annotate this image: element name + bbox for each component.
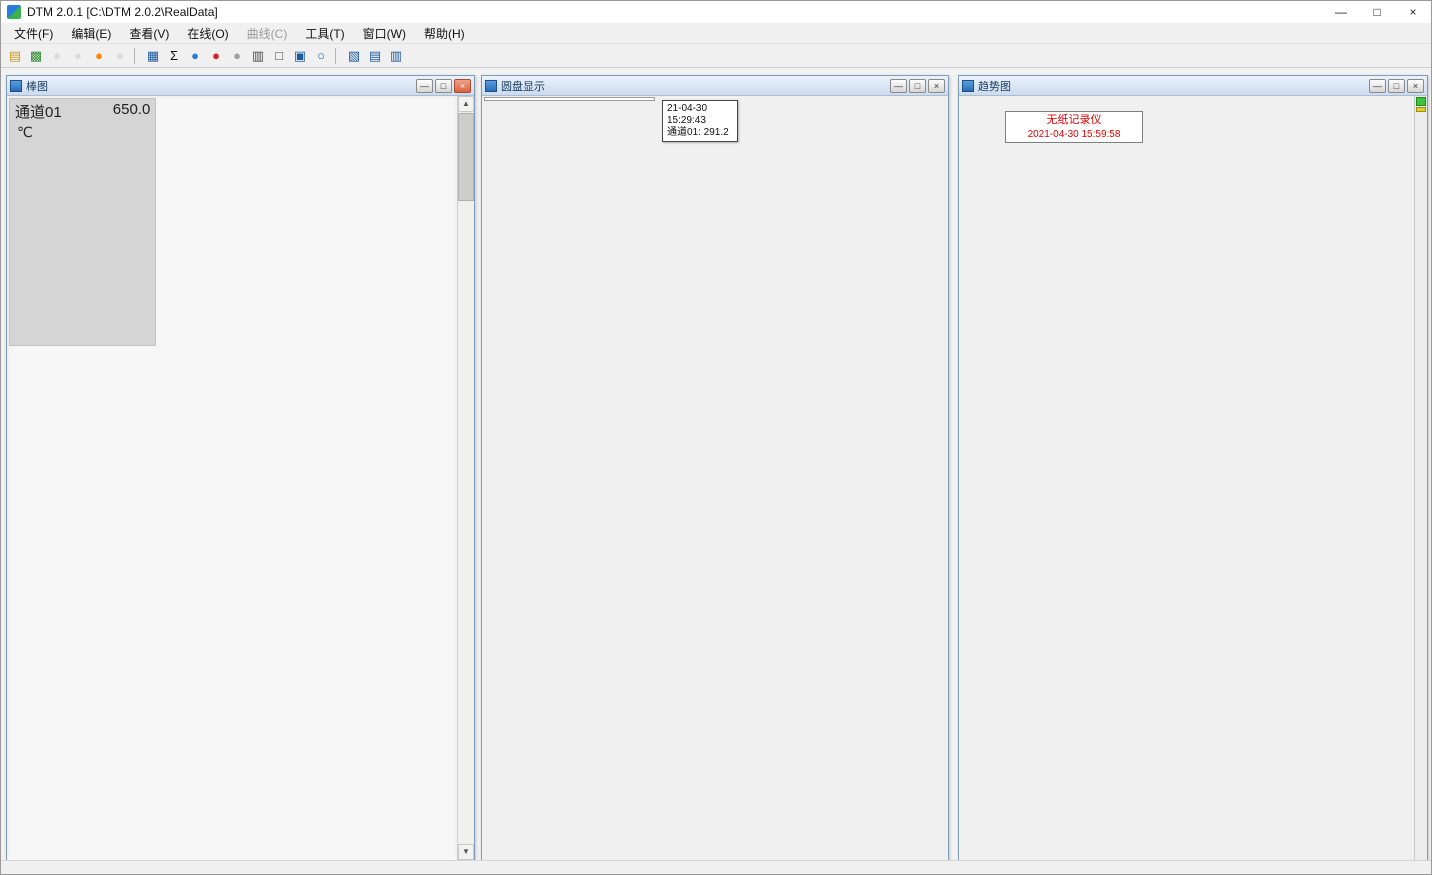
channel-list [484, 97, 655, 101]
trend-window-title: 趋势图 [978, 78, 1011, 94]
bar-cell-header: 通道01 650.0 [10, 99, 155, 122]
disk-display-window: 圆盘显示 — □ × 21-04-30 15:29:43 通道01: 291.2 [481, 75, 949, 860]
preview-icon[interactable]: □ [269, 46, 289, 65]
bar-window-body: 通道01 650.0 ℃ ▲ ▼ [7, 96, 474, 860]
window-icon [10, 80, 22, 92]
toolbar-separator [134, 48, 138, 64]
tooltip-time: 15:29:43 [667, 115, 733, 127]
window-icon [485, 80, 497, 92]
info-icon[interactable]: ● [185, 46, 205, 65]
channel-name: 通道01 [15, 101, 62, 122]
toolbar-separator [335, 48, 339, 64]
bar-window-titlebar[interactable]: 棒图 — □ × [7, 76, 474, 96]
table-icon[interactable]: ▦ [143, 46, 163, 65]
history-icon[interactable]: ● [227, 46, 247, 65]
toolbar: ▤▩●●●●▦Σ●●●▥□▣○▧▤▥ [1, 44, 1431, 68]
scroll-up-icon[interactable]: ▲ [458, 96, 474, 112]
open-icon[interactable]: ▤ [5, 46, 25, 65]
disk-window-title: 圆盘显示 [501, 78, 545, 94]
menu-item-view[interactable]: 查看(V) [120, 23, 178, 44]
print-icon[interactable]: ▥ [248, 46, 268, 65]
bar-cell-gauge-area: ℃ [10, 122, 155, 268]
tile-vertical-icon[interactable]: ▥ [386, 46, 406, 65]
menu-item-file[interactable]: 文件(F) [5, 23, 62, 44]
bar-window-title: 棒图 [26, 78, 48, 94]
copy-icon[interactable]: ▣ [290, 46, 310, 65]
back-icon[interactable]: ● [47, 46, 67, 65]
unit-label: ℃ [17, 124, 33, 141]
bar-scrollbar[interactable]: ▲ ▼ [457, 96, 474, 860]
polar-chart [482, 96, 948, 860]
trend-legend: 无纸记录仪 2021-04-30 15:59:58 [1005, 111, 1143, 143]
trend-scroll-marker [1416, 107, 1426, 112]
tooltip-value: 通道01: 291.2 [667, 127, 733, 139]
disk-window-restore-button[interactable]: □ [909, 79, 926, 93]
window-icon [962, 80, 974, 92]
realtime-icon[interactable]: ● [206, 46, 226, 65]
bar-window-close-button[interactable]: × [454, 79, 471, 93]
trend-plot [959, 96, 1415, 858]
channel-max-value: 650.0 [113, 101, 151, 122]
trend-window-body: 无纸记录仪 2021-04-30 15:59:58 [959, 96, 1427, 860]
menu-item-tools[interactable]: 工具(T) [296, 23, 353, 44]
trend-window-minimize-button[interactable]: — [1369, 79, 1386, 93]
tooltip-date: 21-04-30 [667, 103, 733, 115]
app-window: DTM 2.0.1 [C:\DTM 2.0.2\RealData] — □ × … [0, 0, 1432, 875]
legend-title: 无纸记录仪 [1006, 113, 1142, 128]
tile-horizontal-icon[interactable]: ▤ [365, 46, 385, 65]
menu-item-window[interactable]: 窗口(W) [354, 23, 415, 44]
trend-window-close-button[interactable]: × [1407, 79, 1424, 93]
disk-window-body: 21-04-30 15:29:43 通道01: 291.2 [482, 96, 948, 860]
trend-window-restore-button[interactable]: □ [1388, 79, 1405, 93]
bar-window-controls: — □ × [416, 79, 471, 93]
bar-window-minimize-button[interactable]: — [416, 79, 433, 93]
export-icon[interactable]: ▩ [26, 46, 46, 65]
status-bar [1, 860, 1431, 874]
sum-icon[interactable]: Σ [164, 46, 184, 65]
bar-gauge-grid: 通道01 650.0 ℃ [9, 98, 455, 860]
zoom-icon[interactable]: ○ [311, 46, 331, 65]
menu-item-curve[interactable]: 曲线(C) [238, 23, 297, 44]
menu-item-online[interactable]: 在线(O) [178, 23, 237, 44]
trend-window-controls: — □ × [1369, 79, 1424, 93]
pause-icon[interactable]: ● [110, 46, 130, 65]
window-controls: — □ × [1323, 1, 1431, 23]
maximize-button[interactable]: □ [1359, 1, 1395, 23]
scroll-down-icon[interactable]: ▼ [458, 844, 474, 860]
menu-item-edit[interactable]: 编辑(E) [62, 23, 120, 44]
bar-chart-window: 棒图 — □ × 通道01 650.0 ℃ ▲ ▼ [6, 75, 475, 860]
menu-bar: 文件(F)编辑(E)查看(V)在线(O)曲线(C)工具(T)窗口(W)帮助(H) [1, 23, 1431, 44]
disk-window-close-button[interactable]: × [928, 79, 945, 93]
legend-timestamp: 2021-04-30 15:59:58 [1006, 128, 1142, 141]
app-icon [7, 5, 21, 19]
trend-window-titlebar[interactable]: 趋势图 — □ × [959, 76, 1427, 96]
bar-gauge-cell: 通道01 650.0 ℃ [9, 98, 156, 346]
data-tooltip: 21-04-30 15:29:43 通道01: 291.2 [662, 100, 738, 142]
scroll-thumb[interactable] [458, 113, 474, 201]
trend-scrollbar[interactable] [1414, 96, 1427, 860]
disk-window-controls: — □ × [890, 79, 945, 93]
menu-item-help[interactable]: 帮助(H) [415, 23, 474, 44]
minimize-button[interactable]: — [1323, 1, 1359, 23]
disk-window-minimize-button[interactable]: — [890, 79, 907, 93]
titlebar: DTM 2.0.1 [C:\DTM 2.0.2\RealData] — □ × [1, 1, 1431, 23]
cascade-windows-icon[interactable]: ▧ [344, 46, 364, 65]
trend-chart-window: 趋势图 — □ × 无纸记录仪 2021-04-30 15:59:58 [958, 75, 1428, 860]
disk-window-titlebar[interactable]: 圆盘显示 — □ × [482, 76, 948, 96]
window-title: DTM 2.0.1 [C:\DTM 2.0.2\RealData] [27, 5, 218, 19]
trend-scroll-thumb[interactable] [1416, 97, 1426, 106]
bar-window-restore-button[interactable]: □ [435, 79, 452, 93]
record-icon[interactable]: ● [89, 46, 109, 65]
close-button[interactable]: × [1395, 1, 1431, 23]
stop-icon[interactable]: ● [68, 46, 88, 65]
mdi-area: 棒图 — □ × 通道01 650.0 ℃ ▲ ▼ 圆盘显示 [2, 69, 1430, 860]
